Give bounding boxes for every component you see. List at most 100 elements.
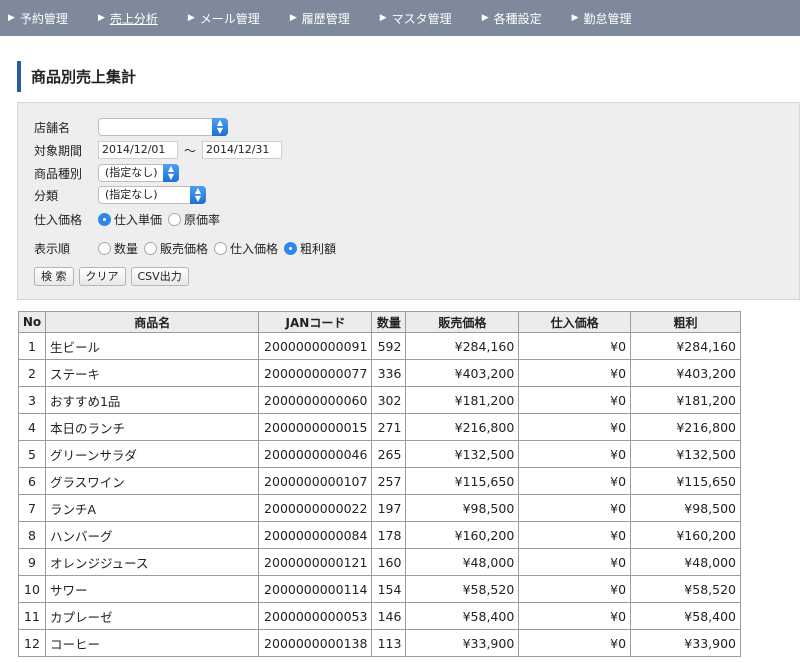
cell-gross-profit: ¥48,000: [630, 548, 741, 576]
table-row: 3 おすすめ1品 2000000000060 302 ¥181,200 ¥0 ¥181,20…: [18, 386, 741, 414]
radio-icon: [168, 212, 182, 226]
col-header-product-name: 商品名: [44, 311, 260, 333]
cell-quantity: 154: [371, 575, 407, 603]
period-label: 対象期間: [34, 143, 83, 158]
cell-jan-code: 2000000000107: [258, 467, 373, 495]
cost-label: 仕入価格: [34, 212, 83, 227]
radio-label: 仕入単価: [114, 212, 163, 227]
cell-gross-profit: ¥58,400: [630, 602, 741, 630]
cell-quantity: 113: [371, 629, 407, 657]
nav-item-sales-analysis[interactable]: ▶ 売上分析: [98, 10, 158, 27]
cell-sales-price: ¥58,400: [405, 602, 520, 630]
order-radio-profit[interactable]: 粗利額: [284, 240, 336, 257]
category-select[interactable]: (指定なし) ▲ ▼: [98, 186, 206, 204]
table-row: 10 サワー 2000000000114 154 ¥58,520 ¥0 ¥58,520: [18, 575, 741, 603]
cell-no: 10: [18, 575, 46, 603]
cell-gross-profit: ¥132,500: [630, 440, 741, 468]
cell-sales-price: ¥33,900: [405, 629, 520, 657]
col-header-sales-price: 販売価格: [405, 311, 520, 333]
radio-selected-icon: [284, 241, 298, 255]
store-select[interactable]: ▲ ▼: [98, 118, 228, 136]
clear-button[interactable]: クリア: [78, 266, 126, 286]
cell-cost-price: ¥0: [518, 521, 632, 549]
cell-gross-profit: ¥181,200: [630, 386, 741, 414]
cell-product-name: ハンバーグ: [44, 521, 260, 549]
order-radio-cost[interactable]: 仕入価格: [214, 240, 278, 257]
cell-product-name: グラスワイン: [44, 467, 260, 495]
cell-gross-profit: ¥98,500: [630, 494, 741, 522]
store-row: 店舗名 ▲ ▼: [34, 117, 228, 137]
nav-item-attendance[interactable]: ▶ 勤怠管理: [572, 10, 632, 27]
radio-selected-icon: [98, 212, 111, 226]
period-row: 対象期間 2014/12/01 〜 2014/12/31: [34, 140, 283, 160]
cell-quantity: 257: [371, 467, 407, 495]
order-label: 表示順: [34, 241, 71, 256]
cell-jan-code: 2000000000121: [258, 548, 373, 576]
cell-product-name: 生ビール: [44, 332, 260, 360]
nav-item-reservation[interactable]: ▶ 予約管理: [8, 10, 68, 27]
table-row: 6 グラスワイン 2000000000107 257 ¥115,650 ¥0 ¥115,65…: [18, 467, 741, 495]
cost-row: 仕入価格 仕入単価 原価率: [34, 209, 226, 229]
cell-jan-code: 2000000000015: [258, 413, 373, 441]
nav-item-label: メール管理: [199, 11, 260, 26]
cell-no: 2: [18, 359, 46, 387]
cell-jan-code: 2000000000060: [258, 386, 373, 414]
category-select-value: (指定なし): [105, 188, 158, 201]
table-row: 2 ステーキ 2000000000077 336 ¥403,200 ¥0 ¥403,200: [18, 359, 741, 387]
category-row: 分類 (指定なし) ▲ ▼: [34, 185, 206, 205]
cell-no: 9: [18, 548, 46, 576]
radio-icon: [144, 241, 158, 255]
table-body: 1 生ビール 2000000000091 592 ¥284,160 ¥0 ¥284,160 2…: [18, 332, 741, 657]
product-type-select[interactable]: (指定なし) ▲ ▼: [98, 164, 179, 182]
cell-quantity: 265: [371, 440, 407, 468]
order-radio-quantity[interactable]: 数量: [98, 240, 138, 257]
search-button[interactable]: 検 索: [34, 266, 74, 286]
triangle-right-icon: ▶: [379, 13, 387, 23]
table-header-row: No 商品名 JANコード 数量 販売価格 仕入価格 粗利: [18, 311, 741, 333]
nav-item-master[interactable]: ▶ マスタ管理: [380, 10, 452, 27]
triangle-right-icon: ▶: [8, 13, 15, 23]
table-row: 8 ハンバーグ 2000000000084 178 ¥160,200 ¥0 ¥160,200: [18, 521, 741, 549]
order-radio-sales[interactable]: 販売価格: [144, 240, 208, 257]
cell-sales-price: ¥160,200: [405, 521, 520, 549]
nav-item-settings[interactable]: ▶ 各種設定: [482, 10, 542, 27]
radio-icon: [214, 241, 228, 255]
cell-jan-code: 2000000000138: [258, 629, 373, 657]
period-from-input[interactable]: 2014/12/01: [98, 141, 178, 159]
cell-quantity: 592: [371, 332, 407, 360]
store-label: 店舗名: [34, 120, 71, 135]
cost-radio-ratio[interactable]: 原価率: [168, 211, 220, 228]
cell-product-name: おすすめ1品: [44, 386, 260, 414]
radio-label: 粗利額: [300, 241, 337, 256]
cell-jan-code: 2000000000022: [258, 494, 373, 522]
cell-no: 6: [18, 467, 46, 495]
cell-sales-price: ¥216,800: [405, 413, 520, 441]
cost-radio-unit[interactable]: 仕入単価: [98, 211, 162, 228]
cell-cost-price: ¥0: [518, 359, 632, 387]
cell-jan-code: 2000000000091: [258, 332, 373, 360]
cell-gross-profit: ¥58,520: [630, 575, 741, 603]
table-row: 9 オレンジジュース 2000000000121 160 ¥48,000 ¥0 ¥48,00…: [18, 548, 741, 576]
cell-quantity: 302: [371, 386, 407, 414]
cell-sales-price: ¥115,650: [405, 467, 520, 495]
period-to-input[interactable]: 2014/12/31: [202, 141, 283, 159]
nav-item-history[interactable]: ▶ 履歴管理: [290, 10, 350, 27]
table-row: 4 本日のランチ 2000000000015 271 ¥216,800 ¥0 ¥216,80…: [18, 413, 741, 441]
cell-sales-price: ¥48,000: [405, 548, 520, 576]
sales-table: No 商品名 JANコード 数量 販売価格 仕入価格 粗利 1 生ビール 20000…: [18, 311, 741, 657]
triangle-right-icon: ▶: [289, 13, 297, 23]
table-row: 11 カプレーゼ 2000000000053 146 ¥58,400 ¥0 ¥58,400: [18, 602, 741, 630]
cell-sales-price: ¥181,200: [405, 386, 520, 414]
cell-quantity: 336: [371, 359, 407, 387]
page-title: 商品別売上集計: [17, 61, 136, 92]
table-row: 5 グリーンサラダ 2000000000046 265 ¥132,500 ¥0 ¥132,5…: [18, 440, 741, 468]
table-row: 7 ランチA 2000000000022 197 ¥98,500 ¥0 ¥98,500: [18, 494, 741, 522]
cell-gross-profit: ¥216,800: [630, 413, 741, 441]
csv-export-button[interactable]: CSV出力: [130, 266, 189, 286]
cell-product-name: 本日のランチ: [44, 413, 260, 441]
cell-product-name: カプレーゼ: [44, 602, 260, 630]
triangle-right-icon: ▶: [187, 13, 195, 23]
cell-gross-profit: ¥33,900: [630, 629, 741, 657]
nav-item-mail[interactable]: ▶ メール管理: [188, 10, 260, 27]
table-row: 1 生ビール 2000000000091 592 ¥284,160 ¥0 ¥284,160: [18, 332, 741, 360]
